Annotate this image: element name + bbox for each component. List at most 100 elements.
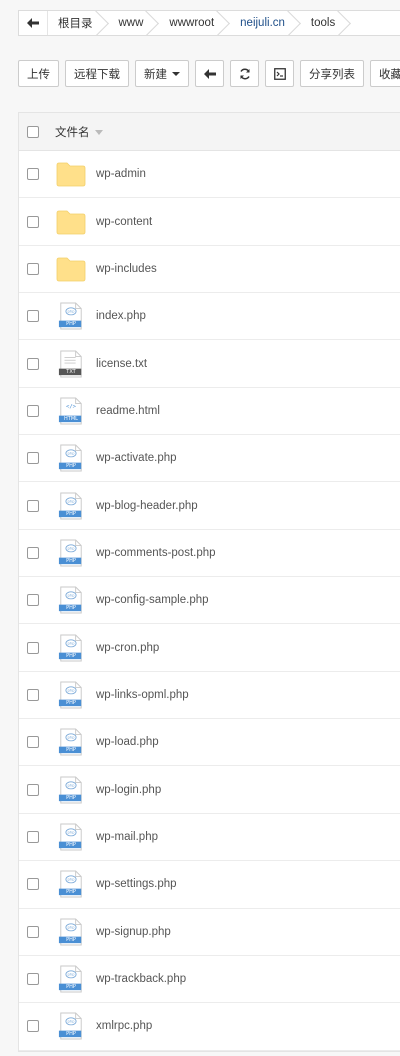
row-checkbox[interactable] (27, 262, 39, 275)
row-checkbox[interactable] (27, 830, 39, 843)
back-dir-button[interactable] (195, 60, 224, 87)
new-button[interactable]: 新建 (135, 60, 189, 87)
table-row[interactable]: php PHP wp-links-opml.php (19, 672, 400, 720)
php-file-icon: php PHP (56, 634, 86, 662)
table-row[interactable]: php PHP wp-signup.php (19, 909, 400, 956)
share-list-button[interactable]: 分享列表 (300, 60, 364, 87)
table-row[interactable]: php PHP wp-settings.php (19, 861, 400, 909)
row-checkbox[interactable] (27, 168, 39, 181)
svg-text:php: php (67, 783, 75, 787)
file-type-badge: PHP (66, 557, 76, 564)
file-type-badge: PHP (66, 794, 76, 801)
html-file-icon: </> HTML (56, 397, 86, 425)
txt-file-icon: TXT (56, 350, 86, 378)
table-row[interactable]: </> HTML readme.html (19, 388, 400, 436)
row-checkbox[interactable] (27, 878, 39, 891)
column-header-filename[interactable]: 文件名 (55, 124, 103, 140)
row-checkbox[interactable] (27, 641, 39, 654)
refresh-button[interactable] (230, 60, 259, 87)
table-row[interactable]: wp-admin (19, 151, 400, 199)
row-checkbox[interactable] (27, 357, 39, 370)
file-type-badge: PHP (66, 936, 76, 943)
favorites-button[interactable]: 收藏 (370, 60, 400, 87)
svg-text:php: php (67, 831, 75, 835)
remote-download-button[interactable]: 远程下载 (65, 60, 129, 87)
file-name[interactable]: readme.html (96, 405, 160, 417)
table-row[interactable]: php PHP wp-comments-post.php (19, 530, 400, 578)
arrow-left-icon (27, 18, 39, 28)
table-row[interactable]: php PHP wp-load.php (19, 719, 400, 767)
row-checkbox[interactable] (27, 594, 39, 607)
folder-icon (56, 255, 86, 283)
svg-text:php: php (67, 499, 75, 503)
table-row[interactable]: php PHP wp-login.php (19, 766, 400, 814)
table-row[interactable]: php PHP wp-config-sample.php (19, 577, 400, 625)
breadcrumb-item-wwwroot[interactable]: wwwroot (157, 11, 228, 35)
row-checkbox[interactable] (27, 546, 39, 559)
file-name[interactable]: wp-admin (96, 168, 146, 180)
file-name[interactable]: xmlrpc.php (96, 1020, 152, 1032)
file-name[interactable]: wp-trackback.php (96, 973, 186, 985)
file-name[interactable]: wp-config-sample.php (96, 594, 209, 606)
row-checkbox[interactable] (27, 1020, 39, 1033)
row-checkbox[interactable] (27, 688, 39, 701)
file-name[interactable]: wp-settings.php (96, 878, 177, 890)
php-file-icon: php PHP (56, 1012, 86, 1040)
row-checkbox[interactable] (27, 215, 39, 228)
breadcrumb-item-domain[interactable]: neijuli.cn (228, 11, 299, 35)
svg-text:php: php (67, 547, 75, 551)
select-all-checkbox[interactable] (27, 125, 39, 138)
file-toolbar: 上传 远程下载 新建 分享列表 收藏 (18, 60, 400, 87)
row-checkbox[interactable] (27, 783, 39, 796)
file-name[interactable]: wp-blog-header.php (96, 500, 198, 512)
back-button[interactable] (19, 11, 48, 35)
svg-text:</>: </> (66, 404, 77, 410)
file-type-badge: HTML (64, 415, 78, 422)
file-name[interactable]: license.txt (96, 358, 147, 370)
svg-text:php: php (67, 1020, 75, 1024)
file-name[interactable]: index.php (96, 310, 146, 322)
php-file-icon: php PHP (56, 918, 86, 946)
row-checkbox[interactable] (27, 499, 39, 512)
table-row[interactable]: php PHP wp-trackback.php (19, 956, 400, 1004)
file-name[interactable]: wp-comments-post.php (96, 547, 216, 559)
file-name[interactable]: wp-cron.php (96, 642, 159, 654)
table-row[interactable]: php PHP wp-cron.php (19, 624, 400, 672)
file-name[interactable]: wp-activate.php (96, 452, 177, 464)
php-file-icon: php PHP (56, 302, 86, 330)
row-checkbox[interactable] (27, 973, 39, 986)
file-table: 文件名 wp-admin wp-content wp-includes php PHP i… (18, 112, 400, 1052)
table-row[interactable]: wp-content (19, 198, 400, 246)
table-row[interactable]: php PHP xmlrpc.php (19, 1003, 400, 1051)
file-list: wp-admin wp-content wp-includes php PHP index… (19, 151, 400, 1051)
row-checkbox[interactable] (27, 310, 39, 323)
breadcrumb: 根目录 www wwwroot neijuli.cn tools (18, 10, 400, 36)
upload-button[interactable]: 上传 (18, 60, 59, 87)
table-row[interactable]: php PHP wp-blog-header.php (19, 482, 400, 530)
row-checkbox[interactable] (27, 404, 39, 417)
svg-text:php: php (67, 689, 75, 693)
file-name[interactable]: wp-login.php (96, 784, 161, 796)
file-name[interactable]: wp-mail.php (96, 831, 158, 843)
table-row[interactable]: php PHP index.php (19, 293, 400, 341)
file-name[interactable]: wp-load.php (96, 736, 159, 748)
file-name[interactable]: wp-links-opml.php (96, 689, 189, 701)
row-checkbox[interactable] (27, 736, 39, 749)
row-checkbox[interactable] (27, 925, 39, 938)
new-button-label: 新建 (144, 68, 167, 81)
breadcrumb-item-www[interactable]: www (107, 11, 158, 35)
file-name[interactable]: wp-includes (96, 263, 157, 275)
file-name[interactable]: wp-signup.php (96, 926, 171, 938)
table-row[interactable]: php PHP wp-mail.php (19, 814, 400, 862)
table-row[interactable]: wp-includes (19, 246, 400, 294)
php-file-icon: php PHP (56, 965, 86, 993)
terminal-button[interactable] (265, 60, 294, 87)
row-checkbox[interactable] (27, 452, 39, 465)
file-name[interactable]: wp-content (96, 216, 152, 228)
arrow-left-icon (203, 68, 216, 79)
svg-text:php: php (67, 310, 75, 314)
table-row[interactable]: TXT license.txt (19, 340, 400, 388)
table-row[interactable]: php PHP wp-activate.php (19, 435, 400, 483)
breadcrumb-item-tools[interactable]: tools (299, 11, 349, 35)
breadcrumb-item-root[interactable]: 根目录 (48, 11, 107, 35)
